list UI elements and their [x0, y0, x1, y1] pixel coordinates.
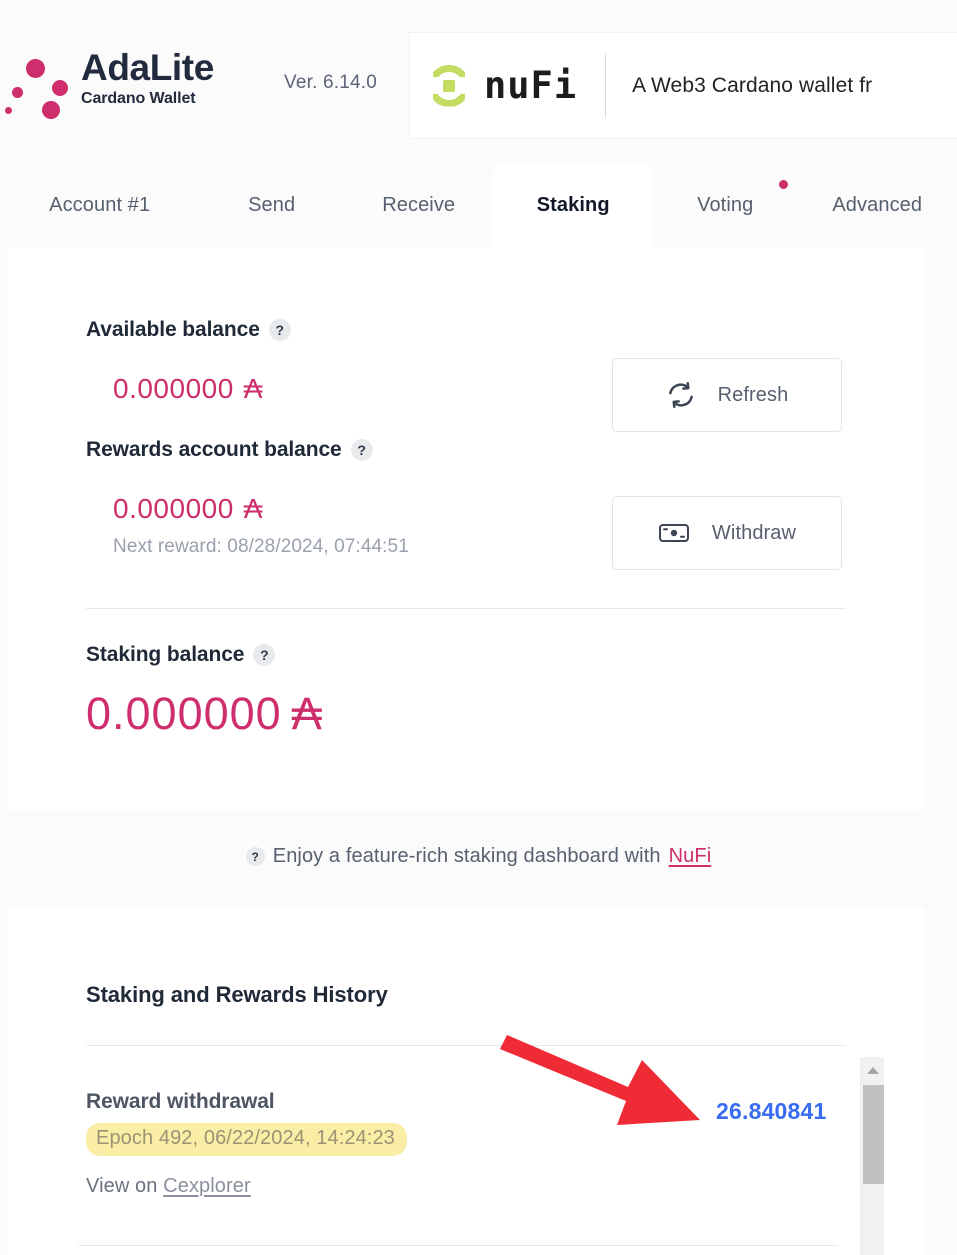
history-row-amount: 26.840841: [716, 1098, 827, 1124]
banknote-icon: [658, 521, 690, 545]
promo-text: Enjoy a feature-rich staking dashboard w…: [272, 845, 661, 867]
nufi-wordmark: nuFi: [484, 63, 578, 107]
tab-label: Staking: [536, 193, 610, 216]
app-header: AdaLite Cardano Wallet Ver. 6.14.0 nuFi …: [0, 0, 957, 150]
nufi-link[interactable]: NuFi: [669, 845, 712, 868]
refresh-icon: [666, 380, 696, 410]
withdraw-button[interactable]: Withdraw: [612, 496, 842, 570]
history-divider-bottom: [78, 1245, 838, 1246]
rewards-balance-value-row: 0.000000 ₳: [113, 493, 263, 525]
page-root: AdaLite Cardano Wallet Ver. 6.14.0 nuFi …: [0, 0, 957, 1255]
tab-receive[interactable]: Receive: [344, 162, 494, 248]
brand-title: AdaLite: [81, 47, 214, 88]
staking-balance-value: 0.000000: [86, 688, 282, 739]
brand-text: AdaLite Cardano Wallet: [81, 47, 214, 109]
brand-subtitle: Cardano Wallet: [81, 90, 196, 107]
history-row-view: View on Cexplorer: [86, 1175, 846, 1198]
available-balance-label-row: Available balance ?: [86, 318, 291, 342]
tab-voting[interactable]: Voting: [653, 162, 798, 248]
next-reward-text: Next reward: 08/28/2024, 07:44:51: [113, 536, 409, 557]
view-on-label: View on: [86, 1175, 158, 1197]
history-divider-top: [86, 1045, 846, 1046]
scrollbar-thumb[interactable]: [863, 1085, 884, 1184]
refresh-button[interactable]: Refresh: [612, 358, 842, 432]
nufi-promo-banner[interactable]: nuFi A Web3 Cardano wallet fr: [410, 33, 957, 138]
rewards-balance-label-row: Rewards account balance ?: [86, 438, 373, 462]
scroll-up-arrow-icon[interactable]: [861, 1057, 885, 1083]
refresh-button-label: Refresh: [717, 383, 789, 406]
promo-help-icon[interactable]: ?: [245, 847, 265, 866]
tab-advanced[interactable]: Advanced: [798, 162, 957, 248]
voting-notification-dot: [778, 180, 788, 189]
ada-symbol-icon: ₳: [243, 493, 263, 524]
rewards-balance-label: Rewards account balance: [86, 438, 342, 461]
available-balance-label: Available balance: [86, 318, 260, 341]
balances-card: Available balance ? 0.000000 ₳ Rewards ac…: [8, 248, 925, 810]
available-balance-value: 0.000000: [113, 373, 234, 404]
rewards-balance-value: 0.000000: [113, 493, 234, 524]
tab-account[interactable]: Account #1: [0, 162, 199, 248]
history-scrollbar[interactable]: [860, 1057, 884, 1255]
ada-symbol-icon: ₳: [243, 373, 263, 404]
withdraw-button-label: Withdraw: [711, 521, 797, 544]
nufi-promo-line: ? Enjoy a feature-rich staking dashboard…: [0, 845, 957, 868]
available-balance-value-row: 0.000000 ₳: [113, 373, 263, 405]
balances-divider: [86, 608, 846, 609]
tab-label: Send: [248, 193, 296, 216]
history-card: Staking and Rewards History Reward withd…: [8, 908, 925, 1255]
nufi-tagline: A Web3 Cardano wallet fr: [632, 73, 873, 97]
tab-label: Advanced: [832, 193, 923, 216]
tab-label: Account #1: [49, 193, 151, 216]
staking-balance-label: Staking balance: [86, 643, 245, 666]
tab-label: Voting: [697, 193, 754, 216]
available-balance-help-icon[interactable]: ?: [268, 319, 291, 341]
staking-balance-help-icon[interactable]: ?: [253, 644, 276, 666]
tab-send[interactable]: Send: [199, 162, 344, 248]
banner-divider: [605, 53, 607, 118]
nufi-logo: nuFi: [428, 63, 578, 107]
tab-staking[interactable]: Staking: [493, 162, 653, 248]
app-version: Ver. 6.14.0: [284, 72, 378, 93]
staking-balance-label-row: Staking balance ?: [86, 643, 276, 667]
rewards-balance-help-icon[interactable]: ?: [350, 439, 373, 461]
adalite-dots-icon: [4, 43, 79, 119]
staking-balance-value-row: 0.000000 ₳: [86, 688, 323, 740]
scroll-gutter: [884, 1057, 925, 1255]
nufi-target-icon: [428, 64, 470, 107]
history-row-epoch: Epoch 492, 06/22/2024, 14:24:23: [86, 1123, 407, 1156]
main-tabs: Account #1 Send Receive Staking Voting A…: [0, 162, 957, 248]
ada-symbol-icon: ₳: [291, 688, 323, 739]
history-title: Staking and Rewards History: [86, 982, 388, 1007]
tab-label: Receive: [382, 193, 456, 216]
cexplorer-link[interactable]: Cexplorer: [163, 1175, 251, 1197]
